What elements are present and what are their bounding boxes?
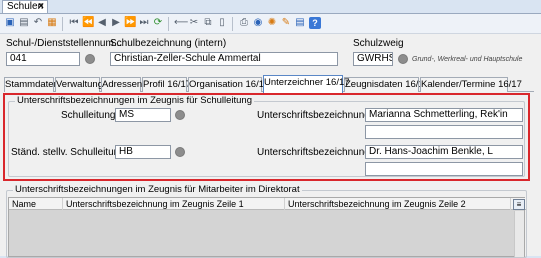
table-header: Name Unterschriftsbezeichnung im Zeugnis…: [9, 198, 526, 210]
undo-icon[interactable]: ↶: [32, 17, 44, 29]
tab-kalender-termine[interactable]: Kalender/Termine 16/17: [420, 77, 522, 92]
signature-field-line2[interactable]: [365, 125, 523, 139]
refresh-icon[interactable]: ⟳: [152, 17, 164, 29]
signature-field-line1[interactable]: Marianna Schmetterling, Rek'in: [365, 108, 523, 122]
help-icon[interactable]: ?: [309, 17, 321, 29]
schulleitung-highlight: Unterschriftsbezeichnungen im Zeugnis fü…: [3, 93, 530, 181]
tab-organisation[interactable]: Organisation 16/17: [188, 77, 269, 92]
signature-label: Unterschriftsbezeichnungen: [257, 147, 381, 158]
next-page-icon[interactable]: ⏩: [124, 17, 136, 29]
mitarbeiter-table: Name Unterschriftsbezeichnung im Zeugnis…: [8, 197, 526, 257]
lookup-icon[interactable]: [175, 147, 185, 157]
schulleitung-group-title: Unterschriftsbezeichnungen im Zeugnis fü…: [15, 95, 254, 106]
cancel-icon[interactable]: ▤: [18, 17, 30, 29]
lookup-icon[interactable]: [175, 110, 185, 120]
column-header-line1[interactable]: Unterschriftsbezeichnung im Zeugnis Zeil…: [63, 198, 285, 210]
save-icon[interactable]: ▣: [4, 17, 16, 29]
tab-verwaltung[interactable]: Verwaltung: [55, 77, 103, 92]
branch-field[interactable]: GWRHS: [353, 52, 393, 66]
main-frame: ▣ ▤ ↶ ▦ ⏮ ⏪ ◀ ▶ ⏩ ⏭ ⟳ ⟵ ✂ ⧉ ▯ ⎙ ◉ ✺ ✎ ▤ …: [0, 13, 541, 258]
column-chooser-icon[interactable]: ≡: [513, 199, 525, 210]
mitarbeiter-group-title: Unterschriftsbezeichnungen im Zeugnis fü…: [13, 184, 302, 195]
school-name-field[interactable]: Christian-Zeller-Schule Ammertal: [110, 52, 338, 66]
stellv-schulleitung-label: Ständ. stellv. Schulleitung: [11, 147, 125, 158]
toolbar-separator: [168, 17, 169, 31]
toolbar-separator: [62, 17, 63, 31]
next-record-icon[interactable]: ▶: [110, 17, 122, 29]
toolbar-separator: [232, 17, 233, 31]
school-number-field[interactable]: 041: [6, 52, 80, 66]
tab-profil[interactable]: Profil 16/17: [142, 77, 191, 92]
branch-hint: Grund-, Werkreal- und Hauptschule: [412, 56, 523, 63]
form-icon[interactable]: ▦: [46, 17, 58, 29]
print-icon[interactable]: ⎙: [238, 17, 250, 29]
vertical-scrollbar[interactable]: [514, 211, 524, 257]
tab-adressen[interactable]: Adressen: [101, 77, 142, 92]
toolbar: ▣ ▤ ↶ ▦ ⏮ ⏪ ◀ ▶ ⏩ ⏭ ⟳ ⟵ ✂ ⧉ ▯ ⎙ ◉ ✺ ✎ ▤ …: [0, 14, 541, 34]
column-header-name[interactable]: Name: [9, 198, 63, 210]
lookup-icon[interactable]: [85, 54, 95, 64]
tab-unterzeichner[interactable]: Unterzeichner 16/17: [263, 75, 350, 93]
close-icon[interactable]: ×: [38, 1, 44, 13]
school-number-label: Schul-/Dienststellennum...: [6, 38, 123, 49]
cut-icon[interactable]: ✂: [188, 17, 200, 29]
copy-icon[interactable]: ⧉: [202, 17, 214, 29]
lookup-icon[interactable]: [398, 54, 408, 64]
school-name-label: Schulbezeichnung (intern): [110, 38, 227, 49]
schulleitung-field[interactable]: MS: [115, 108, 171, 122]
prev-record-icon[interactable]: ◀: [96, 17, 108, 29]
bulb-icon[interactable]: ✺: [266, 17, 278, 29]
paste-icon[interactable]: ▯: [216, 17, 228, 29]
schulleitung-label: Schulleitung: [61, 110, 116, 121]
last-record-icon[interactable]: ⏭: [138, 17, 150, 29]
prev-page-icon[interactable]: ⏪: [82, 17, 94, 29]
signature-field-line1[interactable]: Dr. Hans-Joachim Benkle, L: [365, 145, 523, 159]
export-icon[interactable]: ▤: [294, 17, 306, 29]
pin-icon[interactable]: ✎: [280, 17, 292, 29]
branch-label: Schulzweig: [353, 38, 404, 49]
back-icon[interactable]: ⟵: [174, 17, 188, 29]
signature-label: Unterschriftsbezeichnungen: [257, 110, 381, 121]
document-tab-schulen[interactable]: Schulen ×: [2, 0, 48, 14]
preview-icon[interactable]: ◉: [252, 17, 264, 29]
signature-field-line2[interactable]: [365, 162, 523, 176]
document-tab-bar: Schulen ×: [0, 0, 541, 14]
stellv-schulleitung-field[interactable]: HB: [115, 145, 171, 159]
column-header-line2[interactable]: Unterschriftsbezeichnung im Zeugnis Zeil…: [285, 198, 511, 210]
tab-zeugnisdaten[interactable]: Zeugnisdaten 16/17: [344, 77, 429, 92]
tab-stammdaten[interactable]: Stammdaten: [4, 77, 59, 92]
first-record-icon[interactable]: ⏮: [68, 17, 80, 29]
